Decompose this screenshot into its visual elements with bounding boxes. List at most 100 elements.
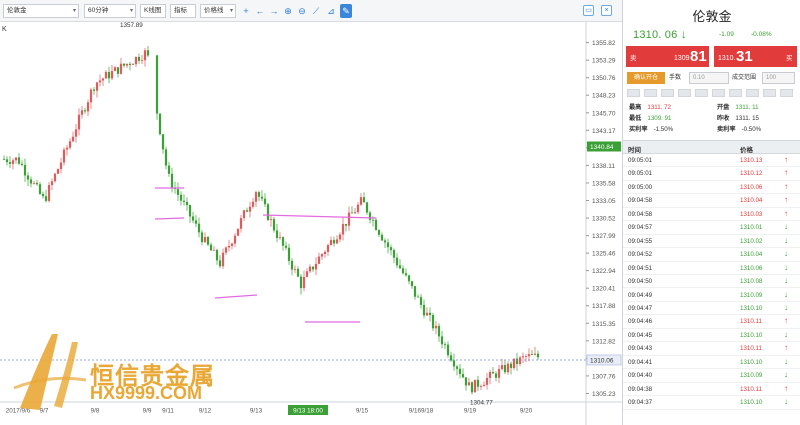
pen-icon[interactable]: ✎ [340,4,352,18]
arrow-up-icon: ↑ [784,208,788,218]
arrow-down-icon: ↓ [680,27,687,41]
buy-price-small: 1310. [718,55,736,62]
current-price-tag: 1310.06 [590,357,614,364]
period-select[interactable]: 60分钟 ▾ [84,4,136,18]
trade-time: 09:05:01 [628,170,653,178]
symbol-select[interactable]: 伦敦金 ▾ [3,4,79,18]
candle-body [98,80,102,83]
quick-lot-button[interactable] [661,89,674,97]
quick-lot-button[interactable] [695,89,708,97]
candle-body [221,252,225,267]
candle-body [281,237,285,246]
price-line-select[interactable]: 价格线 ▾ [200,4,236,18]
candle-body [467,382,471,386]
y-tick-label: 1353.29 [592,58,616,65]
quick-lot-button[interactable] [780,89,793,97]
trade-price: 1310.10 [740,399,763,407]
candle-body [422,304,426,316]
candle-body [200,232,204,243]
trade-row: 09:04:49 1310.09 ↓ [623,289,800,302]
trading-app: 伦敦金 ▾ 60分钟 ▾ K线图 指标 价格线 ▾ + ← → ⊕ ⊖ ⟋ ⊿ ✎ ▭… [0,0,800,425]
trade-time: 09:04:58 [628,197,653,205]
candle-body [344,224,348,226]
trade-time: 09:04:55 [628,237,653,245]
lots-input[interactable]: 0.10 [689,72,729,84]
y-tick-label: 1348.23 [592,93,616,100]
candle-body [137,56,141,61]
candle-body [395,257,399,266]
candle-body [122,63,126,66]
low-label: 1304.77 [470,400,493,407]
chevron-down-icon: ▾ [129,8,133,14]
arrow-right-icon[interactable]: → [268,4,280,18]
candle-body [497,369,501,378]
x-tick-label: 9/15 [356,408,369,415]
quick-lot-button[interactable] [729,89,742,97]
close-icon[interactable]: × [601,5,612,16]
restore-icon[interactable]: ▭ [583,5,594,16]
candle-body [110,70,114,79]
corner-mark: K [2,26,7,33]
candle-body [185,201,189,205]
trade-time: 09:04:45 [628,331,653,339]
chart-toolbar: 伦敦金 ▾ 60分钟 ▾ K线图 指标 价格线 ▾ + ← → ⊕ ⊖ ⟋ ⊿ ✎ ▭… [0,0,622,22]
stat-open: 开盘 1311. 11 [717,104,759,111]
candle-body [329,240,333,246]
quick-lot-button[interactable] [678,89,691,97]
stat-high: 最高 1311. 72 [629,104,672,111]
candle-body [62,149,66,163]
y-tick-label: 1320.41 [592,286,616,293]
quick-lot-button[interactable] [746,89,759,97]
buy-button[interactable]: 1310. 31 买 [714,46,797,67]
confirm-open-button[interactable]: 确认开仓 [627,72,665,84]
candle-body [296,268,300,277]
symbol-select-label: 伦敦金 [7,7,27,14]
arrow-down-icon: ↓ [784,397,788,407]
candle-body [524,356,528,358]
quick-lot-button[interactable] [627,89,640,97]
candle-body [14,157,18,161]
crosshair-icon[interactable]: + [240,4,252,18]
candle-body [218,260,222,267]
arrow-down-icon: ↓ [784,302,788,312]
candle-body [80,110,84,115]
chart-type-select[interactable]: K线图 [140,4,166,18]
candle-body [443,344,447,346]
quick-lot-button[interactable] [712,89,725,97]
candle-body [44,196,48,201]
candle-body [332,240,336,244]
trade-time: 09:04:47 [628,304,653,312]
candle-body [371,219,375,221]
candle-body [161,134,165,150]
trade-row: 09:04:43 1310.11 ↑ [623,342,800,356]
candle-body [167,165,171,174]
candle-body [236,228,240,236]
trade-row: 09:04:37 1310.10 ↓ [623,396,800,410]
candle-body [452,360,456,367]
candle-body [32,182,36,184]
range-input[interactable]: 100 [762,72,795,84]
candle-body [260,196,264,199]
candle-body [359,197,363,205]
zoom-out-icon[interactable]: ⊖ [296,4,308,18]
quick-lot-button[interactable] [644,89,657,97]
candle-body [26,175,30,180]
candle-body [509,363,513,369]
draw-line-icon[interactable]: ⟋ [310,4,322,18]
arrow-up-icon: ↑ [784,195,788,205]
candle-body [47,185,51,201]
indicator-select[interactable]: 指标 [170,4,196,18]
arrow-left-icon[interactable]: ← [254,4,266,18]
candle-body [17,157,21,164]
sell-button[interactable]: 卖 1309 81 [626,46,709,67]
zoom-in-icon[interactable]: ⊕ [282,4,294,18]
draw-tool-icon[interactable]: ⊿ [325,4,337,18]
y-tick-label: 1312.82 [592,338,616,345]
trade-time: 09:04:51 [628,264,653,272]
candle-body [206,237,210,245]
chevron-down-icon: ▾ [72,8,76,14]
trade-price: 1310.10 [740,304,763,312]
trade-time: 09:04:52 [628,251,653,259]
trade-price: 1310.02 [740,237,763,245]
quick-lot-button[interactable] [763,89,776,97]
